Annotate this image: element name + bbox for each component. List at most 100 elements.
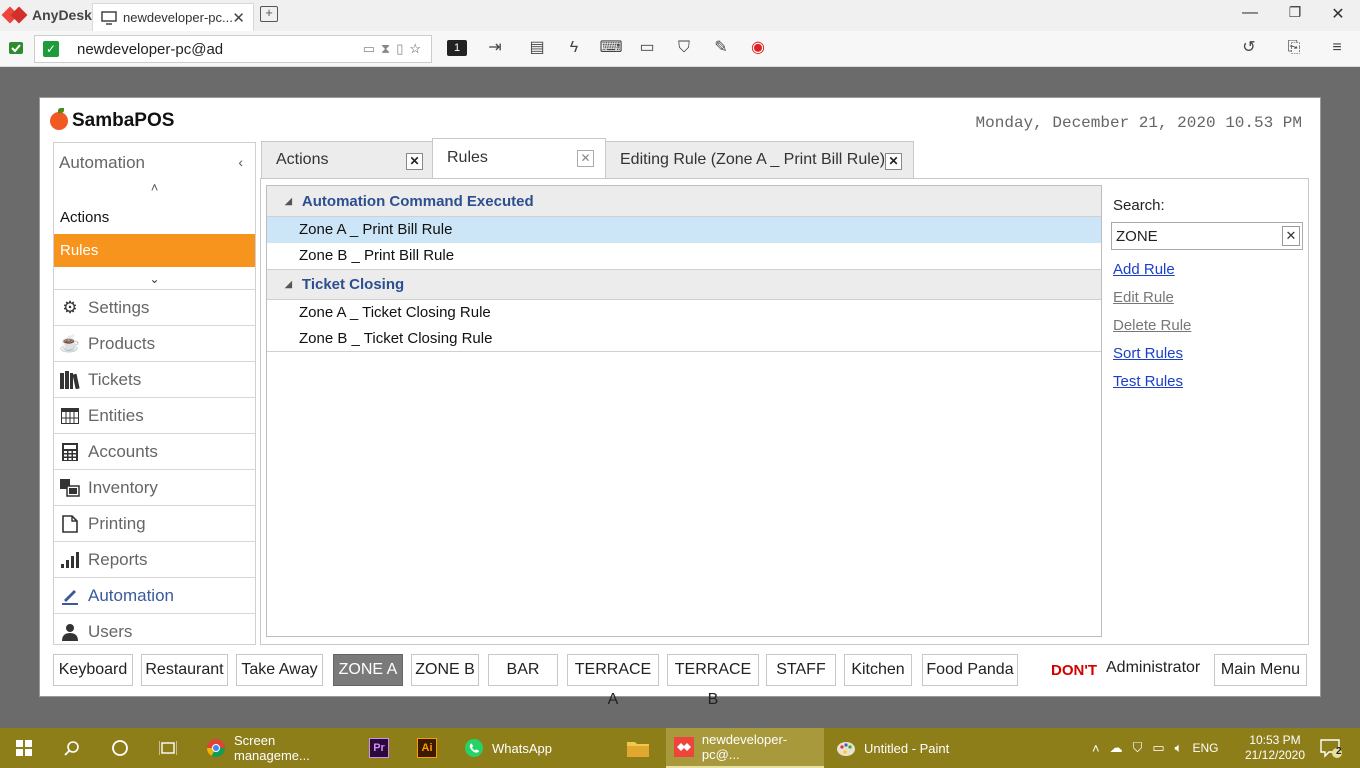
datetime-display: Monday, December 21, 2020 10.53 PM bbox=[975, 114, 1302, 132]
new-tab-icon[interactable]: + bbox=[260, 6, 278, 22]
nav-item-entities[interactable]: Entities bbox=[54, 397, 255, 433]
collapse-triangle-icon[interactable]: ◢ bbox=[285, 196, 292, 207]
terrace-b-button[interactable]: TERRACE B bbox=[667, 654, 759, 708]
close-tab-icon[interactable]: ✕ bbox=[406, 153, 423, 170]
nav-item-users[interactable]: Users bbox=[54, 613, 255, 649]
nav-item-products[interactable]: ☕ Products bbox=[54, 325, 255, 361]
list-item[interactable]: Zone B _ Print Bill Rule bbox=[267, 243, 1101, 269]
actions-lightning-icon[interactable]: ϟ bbox=[561, 37, 587, 61]
premiere-pro-icon[interactable]: Pr bbox=[358, 728, 400, 768]
nav-item-label: Automation bbox=[88, 585, 174, 605]
input-language[interactable]: ENG bbox=[1192, 741, 1218, 755]
anydesk-session-tab[interactable]: newdeveloper-pc... ✕ bbox=[92, 3, 254, 31]
keyboard-button[interactable]: Keyboard bbox=[53, 654, 133, 686]
close-tab-icon[interactable]: ✕ bbox=[577, 150, 594, 167]
file-explorer-icon[interactable] bbox=[616, 728, 660, 768]
food-panda-button[interactable]: Food Panda bbox=[922, 654, 1018, 686]
tab-rules[interactable]: Rules ✕ bbox=[432, 138, 606, 177]
nav-item-inventory[interactable]: Inventory bbox=[54, 469, 255, 505]
nav-item-accounts[interactable]: Accounts bbox=[54, 433, 255, 469]
permissions-shield-icon[interactable]: ⛉ bbox=[671, 37, 697, 61]
list-item[interactable]: Zone A _ Ticket Closing Rule bbox=[267, 300, 1101, 326]
terrace-a-button[interactable]: TERRACE A bbox=[567, 654, 659, 708]
keyboard-icon[interactable]: ⌨ bbox=[598, 37, 624, 61]
notifications-icon[interactable]: 2 bbox=[1316, 728, 1346, 768]
illustrator-icon[interactable]: Ai bbox=[406, 728, 448, 768]
nav-item-reports[interactable]: Reports bbox=[54, 541, 255, 577]
lock-icon[interactable]: ▯ bbox=[396, 41, 403, 57]
zone-a-button[interactable]: ZONE A bbox=[333, 654, 403, 686]
onedrive-cloud-icon[interactable]: ☁ bbox=[1110, 740, 1123, 756]
main-menu-button[interactable]: Main Menu bbox=[1214, 654, 1307, 686]
security-shield-icon[interactable]: ⛉ bbox=[1133, 740, 1143, 756]
scroll-up-icon[interactable]: ˄ bbox=[54, 181, 255, 201]
nav-item-printing[interactable]: Printing bbox=[54, 505, 255, 541]
nav-item-automation[interactable]: Automation bbox=[54, 577, 255, 613]
list-item[interactable]: Zone A _ Print Bill Rule bbox=[267, 217, 1101, 243]
anydesk-app-name: AnyDesk bbox=[32, 7, 92, 23]
task-view-icon[interactable] bbox=[144, 728, 192, 768]
zone-b-button[interactable]: ZONE B bbox=[411, 654, 479, 686]
delete-rule-link[interactable]: Delete Rule bbox=[1113, 317, 1301, 334]
nav-sub-rules[interactable]: Rules bbox=[54, 234, 255, 267]
close-window-icon[interactable]: ✕ bbox=[1323, 4, 1353, 24]
restaurant-button[interactable]: Restaurant bbox=[141, 654, 228, 686]
close-tab-icon[interactable]: ✕ bbox=[885, 153, 902, 170]
taskbar-app-paint[interactable]: Untitled - Paint bbox=[828, 728, 988, 768]
taskbar-app-chrome[interactable]: Screen manageme... bbox=[198, 728, 354, 768]
cortana-circle-icon[interactable] bbox=[96, 728, 144, 768]
show-hidden-icons-chevron-icon[interactable]: ˄ bbox=[1092, 741, 1100, 756]
pencil-icon bbox=[60, 586, 80, 606]
taskbar-app-whatsapp[interactable]: WhatsApp bbox=[456, 728, 616, 768]
edit-rule-link[interactable]: Edit Rule bbox=[1113, 289, 1301, 306]
download-file-icon[interactable]: ⎘ bbox=[1281, 37, 1307, 61]
screen-off-icon[interactable]: ▭ bbox=[363, 41, 375, 57]
taskbar-app-label: newdeveloper-pc@... bbox=[701, 732, 788, 762]
nav-sub-actions[interactable]: Actions bbox=[54, 201, 255, 234]
history-icon[interactable]: ↺ bbox=[1236, 37, 1262, 61]
bar-button[interactable]: BAR bbox=[488, 654, 558, 686]
kitchen-button[interactable]: Kitchen bbox=[844, 654, 912, 686]
navigation-panel: Automation ‹ ˄ Actions Rules ⌄ ⚙ Setting… bbox=[53, 142, 256, 645]
display-icon[interactable]: ▭ bbox=[634, 37, 660, 61]
search-icon[interactable] bbox=[48, 728, 96, 768]
collapse-triangle-icon[interactable]: ◢ bbox=[285, 279, 292, 290]
search-value: ZONE bbox=[1116, 227, 1158, 245]
nav-item-tickets[interactable]: Tickets bbox=[54, 361, 255, 397]
menu-hamburger-icon[interactable]: ≡ bbox=[1324, 37, 1350, 61]
taskbar-clock[interactable]: 10:53 PM 21/12/2020 bbox=[1240, 733, 1310, 763]
test-rules-link[interactable]: Test Rules bbox=[1113, 373, 1301, 390]
whiteboard-pen-icon[interactable]: ✎ bbox=[708, 37, 734, 61]
scroll-down-icon[interactable]: ⌄ bbox=[54, 267, 255, 289]
clock-date: 21/12/2020 bbox=[1244, 748, 1306, 762]
add-rule-link[interactable]: Add Rule bbox=[1113, 261, 1301, 278]
group-header[interactable]: ◢ Automation Command Executed bbox=[267, 186, 1101, 217]
start-windows-icon[interactable] bbox=[0, 728, 48, 768]
favorite-star-icon[interactable]: ☆ bbox=[409, 41, 421, 57]
nav-item-label: Settings bbox=[88, 297, 150, 317]
tab-actions[interactable]: Actions ✕ bbox=[261, 141, 433, 178]
take-away-button[interactable]: Take Away bbox=[236, 654, 323, 686]
minimize-icon[interactable]: — bbox=[1235, 4, 1265, 22]
close-tab-icon[interactable]: ✕ bbox=[232, 9, 245, 27]
sambapos-logo: SambaPOS bbox=[50, 108, 174, 132]
sort-rules-link[interactable]: Sort Rules bbox=[1113, 345, 1301, 362]
staff-button[interactable]: STAFF bbox=[766, 654, 836, 686]
hourglass-icon[interactable]: ⧗ bbox=[381, 41, 390, 57]
chat-icon[interactable]: ▤ bbox=[524, 37, 550, 61]
tab-editing-rule[interactable]: Editing Rule (Zone A _ Print Bill Rule) … bbox=[605, 141, 914, 178]
volume-icon[interactable]: 🔈︎ bbox=[1175, 740, 1183, 756]
taskbar-app-anydesk[interactable]: newdeveloper-pc@... bbox=[666, 728, 824, 768]
clear-search-icon[interactable]: ✕ bbox=[1282, 226, 1300, 246]
chevron-left-icon[interactable]: ‹ bbox=[238, 154, 243, 170]
record-icon[interactable]: ◉ bbox=[745, 37, 771, 61]
network-icon[interactable]: ▭ bbox=[1152, 740, 1164, 756]
session-number-badge[interactable]: 1 bbox=[447, 40, 467, 56]
restore-icon[interactable]: ❐ bbox=[1280, 4, 1310, 21]
group-header[interactable]: ◢ Ticket Closing bbox=[267, 269, 1101, 300]
nav-item-settings[interactable]: ⚙ Settings bbox=[54, 289, 255, 325]
search-input[interactable]: ZONE ✕ bbox=[1111, 222, 1303, 250]
list-item[interactable]: Zone B _ Ticket Closing Rule bbox=[267, 326, 1101, 352]
address-field[interactable]: ✓ newdeveloper-pc@ad ▭ ⧗ ▯ ☆ bbox=[34, 35, 432, 63]
transfer-icon[interactable]: ⇥ bbox=[482, 37, 508, 61]
